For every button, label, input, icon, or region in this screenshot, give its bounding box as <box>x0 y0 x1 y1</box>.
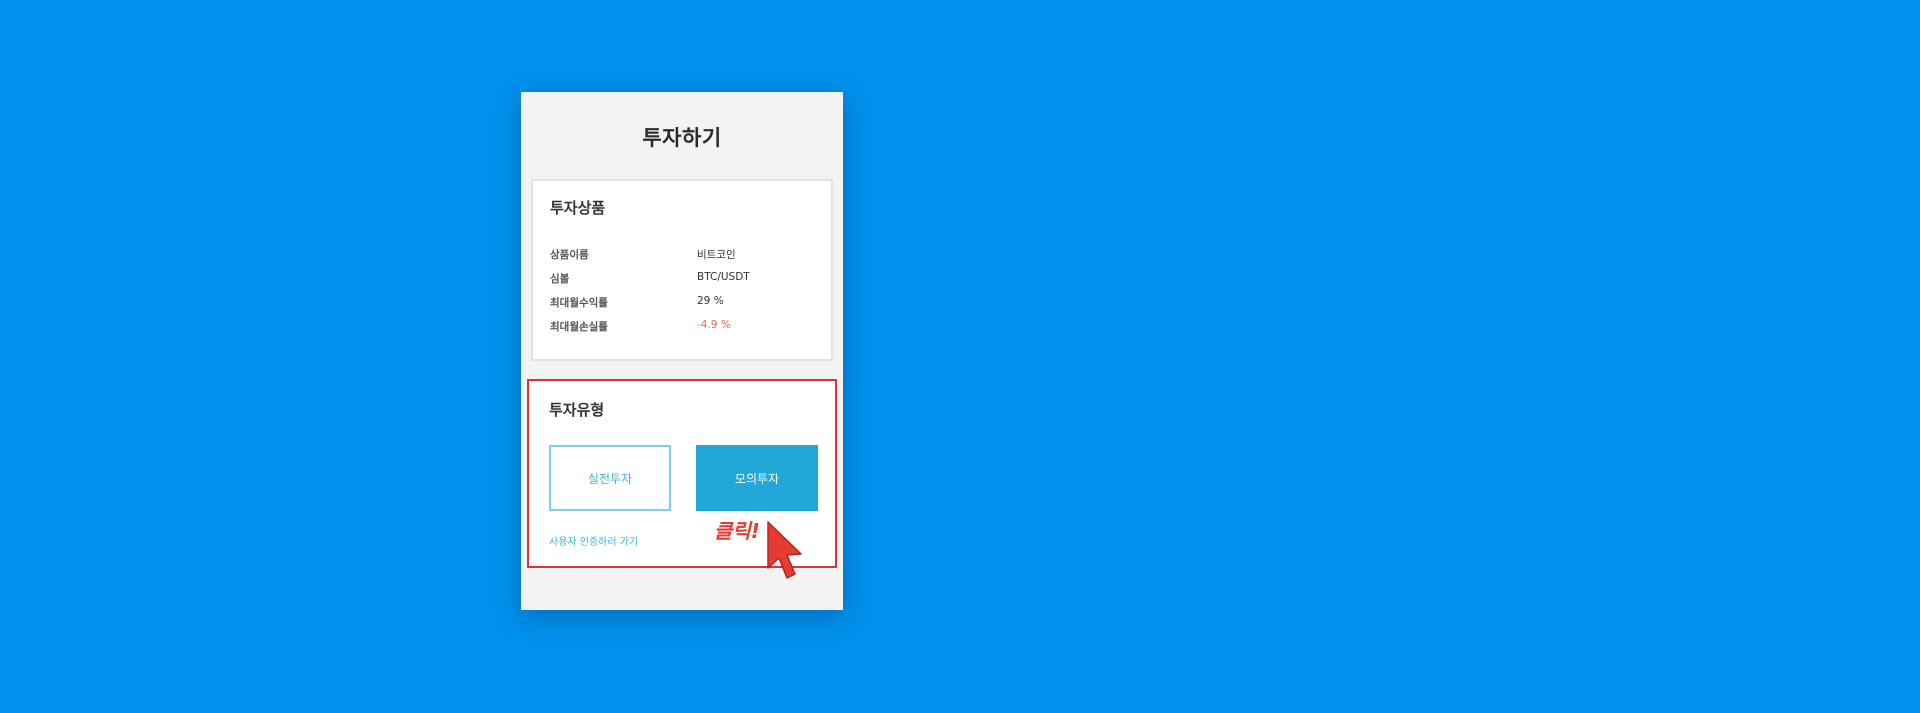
click-annotation-label: 클릭! <box>714 519 760 543</box>
info-value: BTC/USDT <box>697 271 750 283</box>
real-invest-button[interactable]: 실전투자 <box>549 445 671 511</box>
info-label: 심볼 <box>550 273 570 285</box>
page-title: 투자하기 <box>642 126 722 150</box>
info-value: 29 % <box>697 295 724 307</box>
info-row-symbol: 심볼 BTC/USDT <box>550 271 820 287</box>
verify-user-link[interactable]: 사용자 인증하러 가기 <box>549 533 638 548</box>
info-label: 최대월수익률 <box>550 297 608 309</box>
info-value-loss: -4.9 % <box>697 319 731 331</box>
info-label: 최대월손실률 <box>550 321 608 333</box>
cursor-arrow-icon <box>767 521 802 579</box>
info-row-max-monthly-loss: 최대월손실률 -4.9 % <box>550 319 820 335</box>
info-label: 상품이름 <box>550 249 589 261</box>
product-section-title: 투자상품 <box>550 199 606 217</box>
invest-type-section-title: 투자유형 <box>549 401 605 419</box>
info-row-max-monthly-return: 최대월수익률 29 % <box>550 295 820 311</box>
info-value: 비트코인 <box>697 249 736 261</box>
mock-invest-button[interactable]: 모의투자 <box>696 445 818 511</box>
info-row-product-name: 상품이름 비트코인 <box>550 247 820 263</box>
product-card: 투자상품 상품이름 비트코인 심볼 BTC/USDT 최대월수익률 29 % 최… <box>531 179 833 361</box>
